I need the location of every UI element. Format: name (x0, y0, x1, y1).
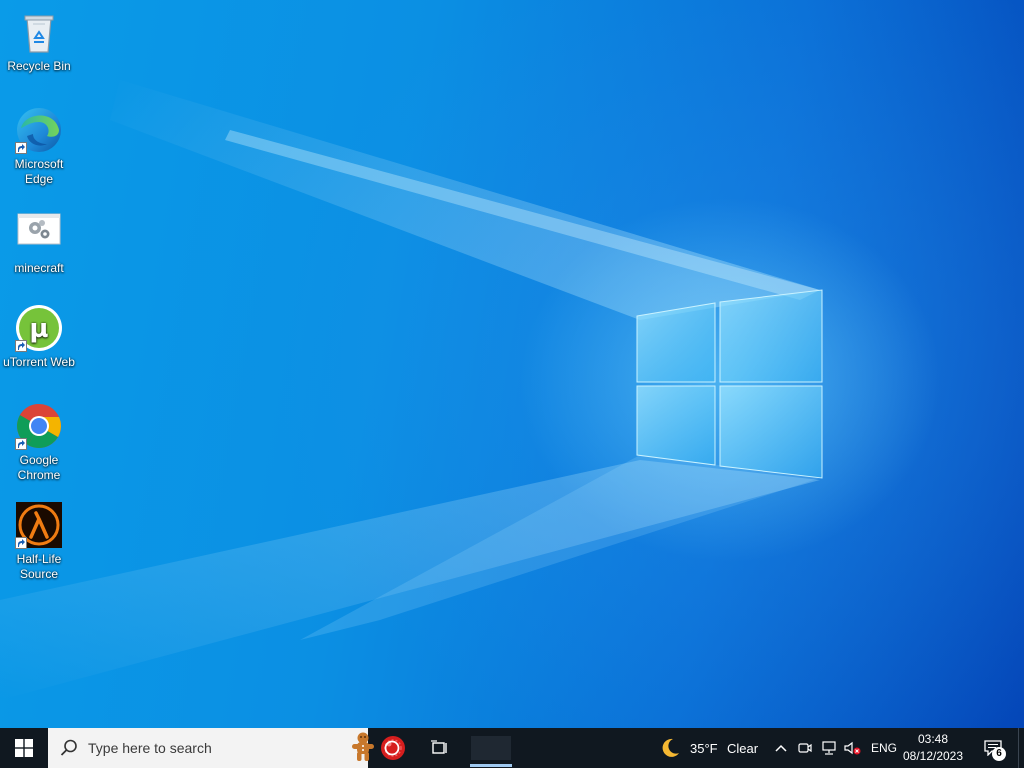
search-icon (60, 739, 77, 756)
show-hidden-icons-chevron-up-icon[interactable] (772, 728, 790, 768)
desktop-icon-label: uTorrent Web (3, 355, 75, 369)
weather-moon-icon[interactable] (658, 728, 682, 768)
windows-start-icon (15, 739, 33, 757)
desktop-icon-label: Half-Life Source (16, 552, 62, 581)
wallpaper-light-beams (0, 80, 820, 700)
cortana-button[interactable] (372, 728, 412, 768)
weather-temperature[interactable]: 35°F (690, 728, 718, 768)
running-app-indicator (470, 764, 512, 767)
svg-text:µ: µ (29, 314, 48, 344)
shortcut-arrow-icon (15, 537, 27, 549)
desktop-icon-half-life-source[interactable]: Half-Life Source (2, 501, 76, 582)
clock-date: 08/12/2023 (902, 749, 964, 763)
desktop-icon-label: Microsoft Edge (14, 157, 64, 186)
search-placeholder: Type here to search (88, 740, 212, 756)
desktop-icon-google-chrome[interactable]: Google Chrome (2, 402, 76, 483)
shortcut-arrow-icon (15, 142, 27, 154)
shortcut-arrow-icon (15, 340, 27, 352)
desktop-icon-minecraft[interactable]: minecraft (2, 210, 76, 276)
windows-logo-wallpaper (636, 289, 823, 479)
settings-gears-icon (15, 210, 63, 258)
clock-time: 03:48 (917, 732, 949, 746)
weather-condition[interactable]: Clear (727, 728, 758, 768)
desktop-icon-label: minecraft (14, 261, 64, 275)
taskbar-clock[interactable]: 03:48 08/12/2023 (900, 728, 966, 768)
desktop-icon-label: Recycle Bin (7, 59, 71, 73)
meet-now-icon[interactable] (796, 728, 814, 768)
half-life-icon (15, 501, 63, 549)
shortcut-arrow-icon (15, 438, 27, 450)
utorrent-icon: µ (15, 304, 63, 352)
chrome-icon (15, 402, 63, 450)
running-app-thumbnail (471, 736, 511, 760)
desktop-icon-label: Google Chrome (17, 453, 61, 482)
recycle-bin-icon (15, 8, 63, 56)
taskbar-running-app[interactable] (466, 728, 516, 768)
desktop-icon-recycle-bin[interactable]: Recycle Bin (2, 8, 76, 74)
start-button[interactable] (0, 728, 48, 768)
network-icon[interactable] (820, 728, 838, 768)
desktop-background[interactable]: Recycle Bin Microsoft Edge minecraft µ u… (0, 0, 1024, 728)
task-view-icon (431, 740, 447, 754)
desktop-icon-microsoft-edge[interactable]: Microsoft Edge (2, 106, 76, 187)
edge-icon (15, 106, 63, 154)
volume-muted-icon[interactable] (843, 728, 863, 768)
show-desktop-button[interactable] (1018, 728, 1024, 768)
task-view-button[interactable] (420, 728, 460, 768)
cortana-circle-icon (384, 740, 400, 756)
input-language-indicator[interactable]: ENG (871, 728, 897, 768)
desktop-icon-utorrent-web[interactable]: µ uTorrent Web (2, 304, 76, 370)
taskbar-search-box[interactable]: Type here to search (48, 728, 405, 768)
taskbar: Type here to search 35°F Clear ENG 03:48… (0, 728, 1024, 768)
notification-count-badge: 6 (992, 747, 1006, 761)
